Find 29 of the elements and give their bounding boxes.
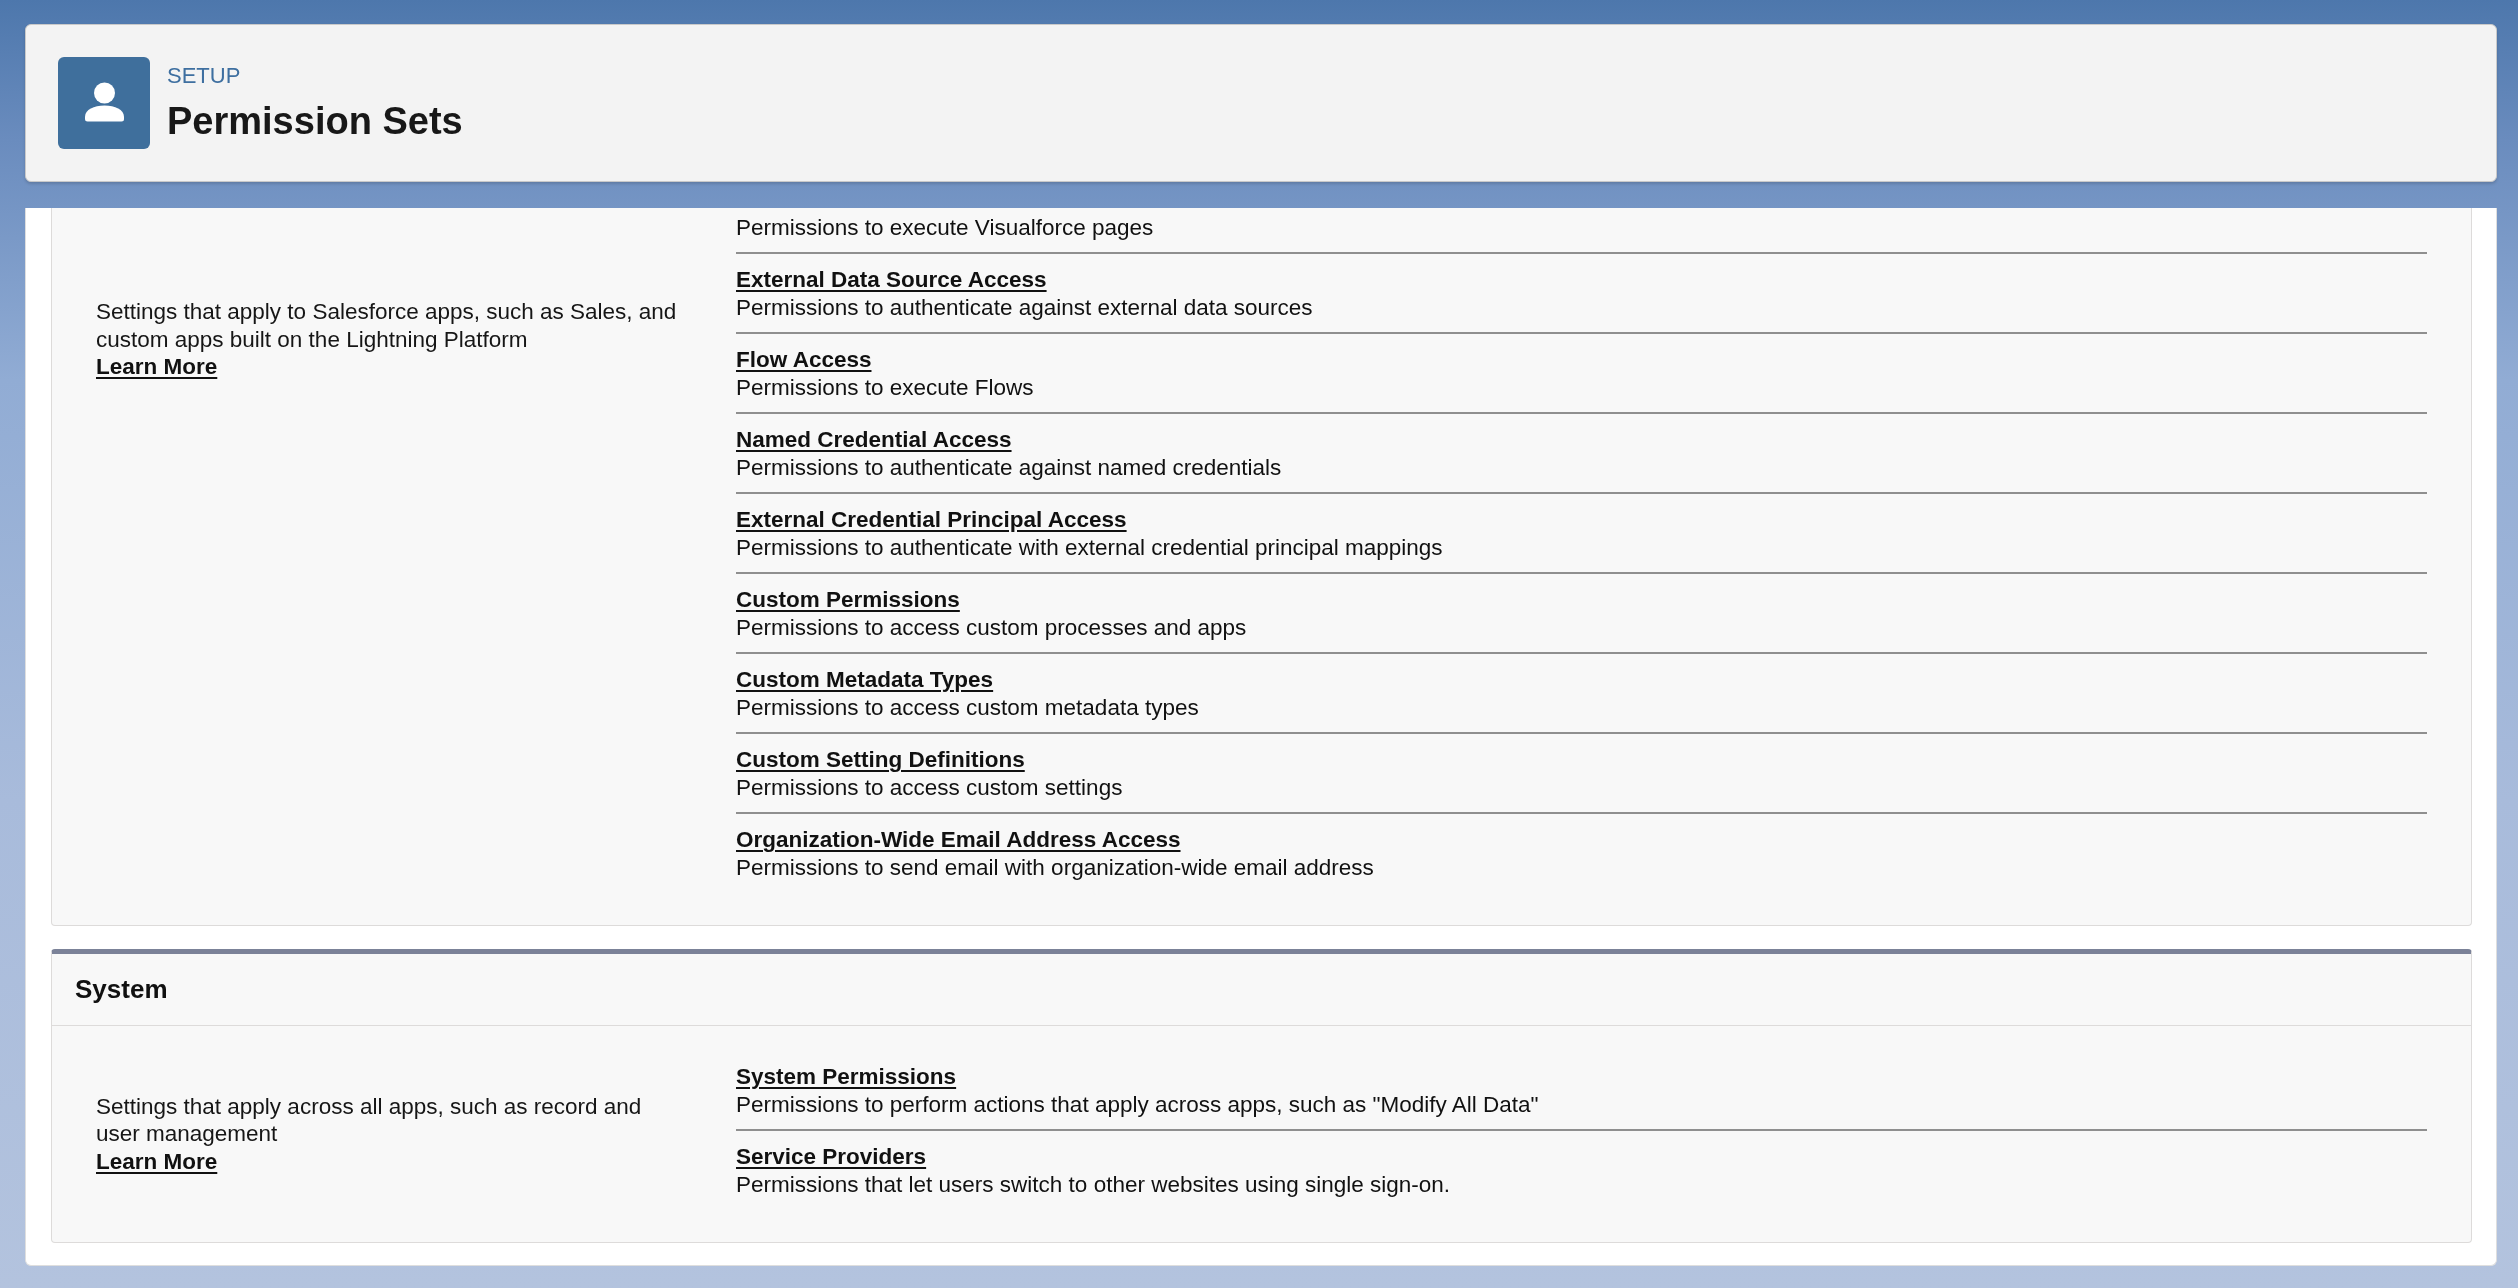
permission-description: Permissions to authenticate against external data sources — [736, 293, 1313, 321]
permission-link[interactable]: Organization-Wide Email Address Access — [736, 826, 1181, 854]
permission-description: Permissions to access custom processes and apps — [736, 613, 1247, 641]
person-icon — [58, 57, 150, 149]
section-description: Settings that apply to Salesforce apps, such as Sales, and custom apps built on the Lightning Platform — [96, 298, 678, 353]
permission-description: Permissions to access custom settings — [736, 773, 1123, 801]
permission-description: Permissions to authenticate with external credential principal mappings — [736, 533, 1443, 561]
permission-description: Permissions to perform actions that apply across apps, such as "Modify All Data" — [736, 1090, 1539, 1118]
permission-description: Permissions to send email with organization-wide email address — [736, 853, 1374, 881]
section-description: Settings that apply across all apps, such as record and user management — [96, 1092, 643, 1148]
permission-description: Permissions that let users switch to other websites using single sign-on. — [736, 1170, 1451, 1198]
learn-more-link[interactable]: Learn More — [96, 1147, 218, 1176]
learn-more-link[interactable]: Learn More — [96, 353, 218, 381]
permission-description: Permissions to execute Visualforce pages — [736, 213, 1154, 241]
permission-link[interactable]: Custom Metadata Types — [736, 666, 994, 694]
permission-link[interactable]: Named Credential Access — [736, 426, 1012, 454]
permission-link[interactable]: Custom Setting Definitions — [736, 746, 1025, 774]
permission-link[interactable]: System Permissions — [736, 1063, 957, 1091]
permission-link[interactable]: External Data Source Access — [736, 266, 1047, 294]
permission-description: Permissions to execute Flows — [736, 373, 1034, 401]
setup-label: SETUP — [167, 63, 241, 89]
permission-link[interactable]: External Credential Principal Access — [736, 506, 1127, 534]
section-title: System — [75, 974, 168, 1004]
page-title: Permission Sets — [167, 99, 463, 143]
permission-description: Permissions to authenticate against named credentials — [736, 453, 1282, 481]
permission-link[interactable]: Flow Access — [736, 346, 872, 374]
permission-link[interactable]: Service Providers — [736, 1143, 927, 1171]
permission-link[interactable]: Custom Permissions — [736, 586, 960, 614]
permission-description: Permissions to access custom metadata types — [736, 693, 1199, 721]
